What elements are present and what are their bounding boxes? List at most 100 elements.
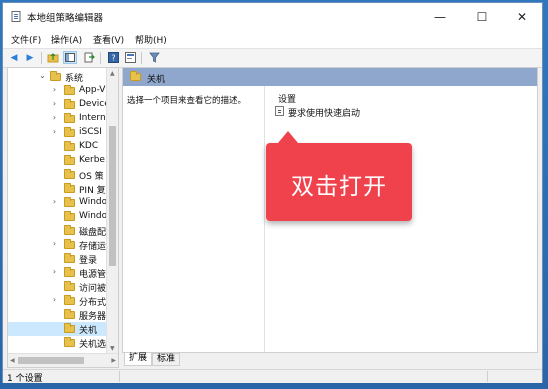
folder-icon: [64, 99, 75, 109]
menu-file[interactable]: 文件(F): [11, 33, 41, 46]
close-button[interactable]: ✕: [504, 3, 540, 30]
folder-icon: [64, 169, 75, 179]
tree-item[interactable]: KDC: [8, 140, 108, 154]
properties-icon[interactable]: [123, 51, 137, 64]
menu-action[interactable]: 操作(A): [51, 33, 82, 46]
folder-icon: [64, 113, 75, 123]
folder-icon: [64, 267, 75, 277]
tree-item[interactable]: › 分布式: [8, 294, 108, 308]
tree-item-label: PIN 复: [79, 186, 106, 196]
tree-item[interactable]: 磁盘配: [8, 224, 108, 238]
tree-item-label: 服务器: [79, 312, 107, 322]
tab-extended[interactable]: 扩展: [124, 353, 153, 366]
column-divider: [264, 86, 265, 352]
collapsed-arrow-icon[interactable]: ›: [50, 127, 59, 136]
collapsed-arrow-icon[interactable]: ›: [50, 113, 59, 122]
tree-item-system[interactable]: ⌄ 系统: [8, 70, 108, 84]
tree-item[interactable]: Windo: [8, 210, 108, 224]
tree-item-label: 系统: [65, 74, 84, 84]
tree-item[interactable]: Kerbe: [8, 154, 108, 168]
tree-horizontal-scrollbar[interactable]: ◀ ▶: [8, 353, 118, 367]
tree-item-label: Intern: [79, 113, 106, 123]
tree-item-label: iSCSI: [79, 127, 102, 137]
folder-icon: [130, 71, 141, 81]
back-arrow-icon[interactable]: ◀: [7, 51, 21, 64]
tree-item[interactable]: › 存储运: [8, 238, 108, 252]
collapsed-arrow-icon[interactable]: ›: [50, 239, 59, 248]
folder-icon: [64, 309, 75, 319]
scroll-thumb[interactable]: [18, 357, 84, 364]
expanded-arrow-icon[interactable]: ⌄: [38, 71, 47, 80]
scroll-left-icon[interactable]: ◀: [10, 357, 15, 364]
tree-pane: ⌄ 系统 › App-V › Device › Intern › iSCSI K…: [7, 67, 119, 368]
scroll-down-icon[interactable]: ▼: [110, 345, 115, 352]
toolbar-separator: [41, 52, 42, 64]
tree-item-label: 电源管: [79, 270, 107, 280]
window-title: 本地组策略编辑器: [27, 13, 104, 24]
folder-icon: [64, 337, 75, 347]
menu-view[interactable]: 查看(V): [93, 33, 124, 46]
collapsed-arrow-icon[interactable]: ›: [50, 267, 59, 276]
tree-item[interactable]: PIN 复: [8, 182, 108, 196]
title-bar: 本地组策略编辑器 — ☐ ✕: [3, 3, 542, 30]
double-click-callout: 双击打开: [266, 131, 412, 221]
tree-item[interactable]: › 电源管: [8, 266, 108, 280]
tree-item[interactable]: 登录: [8, 252, 108, 266]
collapsed-arrow-icon[interactable]: ›: [50, 197, 59, 206]
tree-item[interactable]: › App-V: [8, 84, 108, 98]
folder-icon: [64, 323, 75, 333]
setting-label: 要求使用快速启动: [288, 109, 361, 119]
tree-item-label: 关机: [79, 326, 98, 336]
collapsed-arrow-icon[interactable]: ›: [50, 295, 59, 304]
minimize-button[interactable]: —: [422, 3, 458, 30]
scroll-up-icon[interactable]: ▲: [110, 70, 115, 77]
maximize-button[interactable]: ☐: [464, 3, 500, 30]
scroll-thumb[interactable]: [109, 126, 116, 266]
tree-item-label: Device: [79, 99, 108, 109]
folder-icon: [64, 127, 75, 137]
tree-item[interactable]: › Windo: [8, 196, 108, 210]
description-text: 选择一个项目来查看它的描述。: [127, 96, 247, 106]
background-frame: 本地组策略编辑器 — ☐ ✕ 文件(F) 操作(A) 查看(V) 帮助(H) ◀…: [0, 0, 548, 389]
tab-standard[interactable]: 标准: [152, 353, 181, 366]
up-folder-icon[interactable]: [46, 51, 60, 64]
tree-item[interactable]: OS 策: [8, 168, 108, 182]
details-header: 关机: [123, 68, 537, 86]
help-icon[interactable]: ?: [106, 51, 120, 64]
tree-item-shutdown[interactable]: 关机: [8, 322, 108, 336]
status-separator: [119, 371, 120, 382]
folder-icon: [64, 211, 75, 221]
toolbar-separator: [100, 52, 101, 64]
tree-item[interactable]: 关机选: [8, 336, 108, 350]
tree-vertical-scrollbar[interactable]: ▲ ▼: [106, 68, 118, 354]
tree-item-label: 关机选: [79, 340, 107, 350]
tree-item-label: OS 策: [79, 172, 104, 182]
menu-help[interactable]: 帮助(H): [135, 33, 167, 46]
tree-item-label: Windo: [79, 197, 108, 207]
scroll-right-icon[interactable]: ▶: [111, 357, 116, 364]
tree-item[interactable]: › iSCSI: [8, 126, 108, 140]
show-tree-icon[interactable]: [63, 51, 77, 64]
settings-column-header[interactable]: 设置: [278, 92, 296, 105]
main-window: 本地组策略编辑器 — ☐ ✕ 文件(F) 操作(A) 查看(V) 帮助(H) ◀…: [2, 2, 543, 384]
status-separator: [487, 371, 488, 382]
toolbar: ◀ ▶ ?: [3, 48, 542, 68]
collapsed-arrow-icon[interactable]: ›: [50, 99, 59, 108]
collapsed-arrow-icon[interactable]: ›: [50, 85, 59, 94]
tree-item[interactable]: 访问被: [8, 280, 108, 294]
filter-icon[interactable]: [147, 51, 161, 64]
export-list-icon[interactable]: [82, 51, 96, 64]
tree-item[interactable]: › Device: [8, 98, 108, 112]
forward-arrow-icon[interactable]: ▶: [23, 51, 37, 64]
folder-icon: [64, 281, 75, 291]
tree-item[interactable]: 服务器: [8, 308, 108, 322]
folder-icon: [64, 197, 75, 207]
menu-bar: 文件(F) 操作(A) 查看(V) 帮助(H): [3, 30, 542, 48]
tree-item-label: App-V: [79, 85, 106, 95]
folder-icon: [50, 71, 61, 81]
tree-item-label: 磁盘配: [79, 228, 107, 238]
tree-item[interactable]: › Intern: [8, 112, 108, 126]
tree-item-label: 存储运: [79, 242, 107, 252]
folder-icon: [64, 253, 75, 263]
folder-icon: [64, 295, 75, 305]
